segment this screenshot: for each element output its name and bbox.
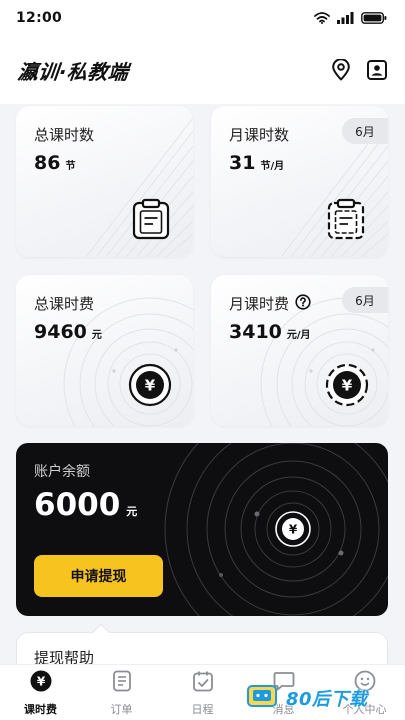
- yuan-coin-dashed-icon: ¥: [325, 363, 369, 411]
- month-selector[interactable]: 6月: [342, 118, 388, 144]
- clipboard-dashed-icon: [327, 198, 365, 244]
- status-time: 12:00: [16, 10, 63, 26]
- battery-icon: [361, 9, 387, 28]
- contact-card-icon[interactable]: [367, 60, 387, 80]
- tab-fees[interactable]: ¥ 课时费: [6, 669, 76, 717]
- svg-text:¥: ¥: [342, 377, 353, 395]
- account-balance-card: 账户余额 6000 元 ¥ 申请提现: [16, 443, 388, 616]
- total-fee-card[interactable]: 总课时费 9460 元 ¥: [16, 275, 193, 426]
- total-hours-value: 86 节: [34, 152, 75, 174]
- monthly-hours-card[interactable]: 月课时数 6月 31 节/月: [211, 106, 388, 257]
- help-notch: [92, 623, 110, 641]
- total-hours-card[interactable]: 总课时数 86 节: [16, 106, 193, 257]
- main-content: 总课时数 86 节 月课时数 6月 31 节/月 总课时费 9460 元 ¥ 月…: [0, 104, 405, 692]
- tab-schedule[interactable]: 日程: [168, 669, 238, 717]
- monthly-hours-number: 31: [229, 152, 256, 174]
- total-hours-unit: 节: [65, 161, 76, 172]
- total-fee-value: 9460 元: [34, 321, 102, 343]
- yuan-coin-icon: ¥: [29, 669, 53, 697]
- watermark-logo-icon: [246, 681, 280, 715]
- tab-label: 订单: [110, 702, 133, 716]
- total-hours-number: 86: [34, 152, 61, 174]
- svg-text:¥: ¥: [36, 674, 45, 688]
- monthly-fee-title: 月课时费: [229, 293, 311, 314]
- total-hours-title: 总课时数: [34, 126, 95, 144]
- document-icon: [110, 669, 134, 697]
- monthly-fee-unit: 元/月: [286, 330, 311, 341]
- header-actions: [331, 59, 387, 81]
- balance-unit: 元: [126, 505, 138, 518]
- monthly-hours-value: 31 节/月: [229, 152, 284, 174]
- clipboard-icon: [132, 198, 170, 244]
- monthly-fee-number: 3410: [229, 321, 282, 343]
- total-fee-unit: 元: [91, 330, 102, 341]
- balance-number: 6000: [34, 487, 121, 523]
- question-circle-icon[interactable]: [295, 293, 311, 314]
- month-selector[interactable]: 6月: [342, 287, 388, 313]
- status-bar: 12:00: [0, 0, 405, 36]
- tab-orders[interactable]: 订单: [87, 669, 157, 717]
- monthly-fee-value: 3410 元/月: [229, 321, 311, 343]
- location-pin-icon[interactable]: [331, 59, 351, 81]
- watermark: 80后下载: [246, 680, 405, 716]
- calendar-check-icon: [191, 669, 215, 697]
- total-fee-number: 9460: [34, 321, 87, 343]
- balance-value: 6000 元: [34, 487, 137, 523]
- watermark-text: 80后下载: [286, 689, 368, 710]
- wifi-icon: [314, 9, 330, 28]
- brand-logo: 瀛训·私教端: [16, 59, 130, 84]
- monthly-fee-card[interactable]: 月课时费 6月 3410 元/月 ¥: [211, 275, 388, 426]
- yuan-coin-icon: ¥: [128, 363, 172, 411]
- svg-text:¥: ¥: [145, 377, 156, 395]
- tab-label: 课时费: [24, 702, 57, 716]
- status-icons: [314, 9, 387, 28]
- balance-title: 账户余额: [34, 464, 90, 480]
- yuan-coin-icon: ¥: [275, 511, 311, 551]
- apply-withdraw-button[interactable]: 申请提现: [34, 555, 163, 597]
- signal-icon: [337, 9, 354, 28]
- monthly-hours-title: 月课时数: [229, 126, 290, 144]
- app-header: 瀛训·私教端: [0, 36, 405, 104]
- total-fee-title: 总课时费: [34, 295, 95, 313]
- svg-text:¥: ¥: [289, 523, 298, 537]
- tab-label: 日程: [191, 702, 214, 716]
- monthly-hours-unit: 节/月: [260, 161, 285, 172]
